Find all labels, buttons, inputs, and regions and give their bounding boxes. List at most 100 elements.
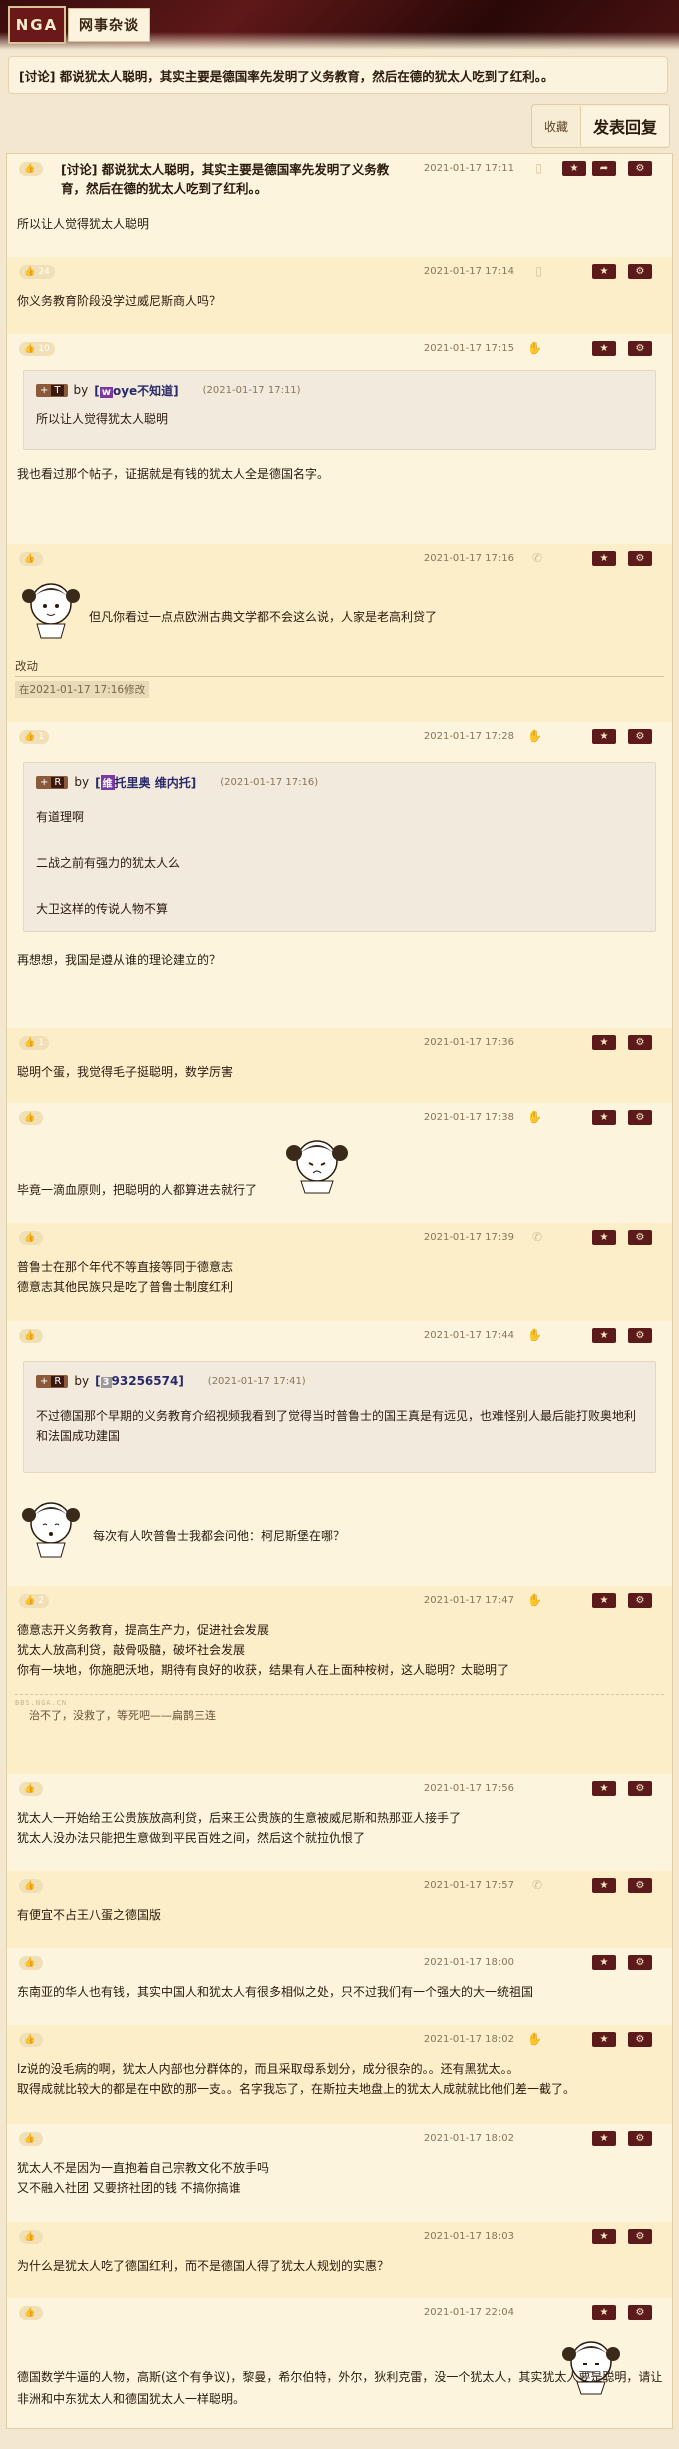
star-icon[interactable]: ★ (592, 2305, 616, 2320)
site-logo[interactable]: NGA (8, 6, 66, 44)
gear-icon[interactable]: ⚙ (628, 551, 652, 566)
like-button[interactable]: 👍 (19, 1956, 44, 1970)
star-icon[interactable]: ★ (562, 161, 586, 176)
star-icon[interactable]: ★ (592, 2131, 616, 2146)
star-icon[interactable]: ★ (592, 341, 616, 356)
like-button[interactable]: 👍 (19, 1231, 44, 1245)
post-list: 👍 [讨论] 都说犹太人聪明，其实主要是德国率先发明了义务教育，然后在德的犹太人… (6, 153, 673, 2429)
quote-tag-letter: T (51, 384, 64, 396)
like-button[interactable]: 👍 (19, 2132, 44, 2146)
thumbs-up-icon: ✋ (527, 1110, 542, 1124)
thumbs-up-icon: 👍 (24, 1784, 36, 1794)
quote-tag[interactable]: + R (36, 775, 69, 789)
like-button[interactable]: 👍 (19, 162, 44, 176)
favorite-button[interactable]: 收藏 (532, 106, 580, 146)
thread-title: [讨论] 都说犹太人聪明，其实主要是德国率先发明了义务教育，然后在德的犹太人吃到… (8, 56, 668, 94)
quote-by: by (74, 1374, 90, 1388)
gear-icon[interactable]: ⚙ (628, 264, 652, 279)
post-14: 👍 2021-01-17 18:02 ★ ⚙ 犹太人不是因为一直抱着自己宗教文化… (7, 2124, 672, 2222)
post-date: 2021-01-17 17:14 (423, 266, 514, 277)
gear-icon[interactable]: ⚙ (628, 2131, 652, 2146)
like-count: 1 (38, 1038, 44, 1048)
reply-button[interactable]: 发表回复 (579, 106, 669, 146)
gear-icon[interactable]: ⚙ (628, 1781, 652, 1796)
like-button[interactable]: 👍 (19, 1329, 44, 1343)
signature-watermark: BBS.NGA.CN (15, 1699, 68, 1707)
post-date: 2021-01-17 17:11 (423, 163, 514, 174)
post-16: 👍 2021-01-17 22:04 ★ ⚙ 德国数学牛逼的人物，高斯(这个有争… (7, 2298, 672, 2428)
gear-icon[interactable]: ⚙ (628, 161, 652, 176)
thumbs-up-icon: ✋ (527, 1328, 542, 1342)
star-icon[interactable]: ★ (592, 2229, 616, 2244)
gear-icon[interactable]: ⚙ (628, 1230, 652, 1245)
gear-icon[interactable]: ⚙ (628, 1878, 652, 1893)
star-icon[interactable]: ★ (592, 1781, 616, 1796)
quote-author[interactable]: [w oye不知道] (94, 382, 179, 399)
star-icon[interactable]: ★ (592, 729, 616, 744)
gear-icon[interactable]: ⚙ (628, 1955, 652, 1970)
like-button[interactable]: 👍 (19, 2230, 44, 2244)
thumbs-up-icon: 👍 (24, 2308, 36, 2318)
post-body-line: 我也看过那个帖子，证据就是有钱的犹太人全是德国名字。 (17, 467, 330, 481)
gear-icon[interactable]: ⚙ (628, 2032, 652, 2047)
quote-tag[interactable]: + R (36, 1374, 69, 1388)
star-icon[interactable]: ★ (592, 1593, 616, 1608)
gear-icon[interactable]: ⚙ (628, 1593, 652, 1608)
gear-icon[interactable]: ⚙ (628, 2229, 652, 2244)
post-11: 👍 2021-01-17 17:57 ✆ ★ ⚙ 有便宜不占王八蛋之德国版 (7, 1871, 672, 1948)
like-button[interactable]: 👍 (19, 1782, 44, 1796)
like-button[interactable]: 👍 (19, 2306, 44, 2320)
post-date: 2021-01-17 18:02 (423, 2133, 514, 2144)
share-icon[interactable]: ➦ (592, 161, 616, 176)
star-icon[interactable]: ★ (592, 264, 616, 279)
edit-label: 改动 (15, 658, 664, 677)
star-icon[interactable]: ★ (592, 1035, 616, 1050)
like-button[interactable]: 👍 (19, 2033, 44, 2047)
star-icon[interactable]: ★ (592, 2032, 616, 2047)
quote-date: (2021-01-17 17:16) (220, 776, 319, 788)
post-date: 2021-01-17 17:56 (423, 1783, 514, 1794)
like-button[interactable]: 👍 2 (19, 1594, 49, 1608)
like-button[interactable]: 👍 24 (19, 265, 55, 279)
like-count: 2 (38, 1596, 44, 1606)
quote-block: + T by [w oye不知道] (2021-01-17 17:11) 所以让人觉… (23, 370, 656, 450)
star-icon[interactable]: ★ (592, 1328, 616, 1343)
star-icon[interactable]: ★ (592, 1110, 616, 1125)
star-icon[interactable]: ★ (592, 1878, 616, 1893)
author-name: oye不知道 (112, 383, 174, 398)
gear-icon[interactable]: ⚙ (628, 1110, 652, 1125)
post-4: 👍 1 2021-01-17 17:28 ✋ ★ ⚙ + R by [维托里奥 维内… (7, 722, 672, 1028)
post-12: 👍 2021-01-17 18:00 ★ ⚙ 东南亚的华人也有钱，其实中国人和犹… (7, 1948, 672, 2025)
post-date: 2021-01-17 22:04 (423, 2307, 514, 2318)
quote-author[interactable]: [维托里奥 维内托] (95, 774, 196, 791)
post-15: 👍 2021-01-17 18:03 ★ ⚙ 为什么是犹太人吃了德国红利，而不是… (7, 2222, 672, 2298)
like-button[interactable]: 👍 10 (19, 342, 55, 356)
star-icon[interactable]: ★ (592, 551, 616, 566)
thumbs-up-icon: 👍 (24, 1038, 36, 1048)
quote-text-line: 二战之前有强力的犹太人么 (36, 856, 181, 870)
gear-icon[interactable]: ⚙ (628, 729, 652, 744)
thumbs-up-icon: ✋ (527, 1593, 542, 1607)
quote-by: by (74, 775, 90, 789)
star-icon[interactable]: ★ (592, 1955, 616, 1970)
quote-tag-letter: R (51, 1375, 65, 1387)
gear-icon[interactable]: ⚙ (628, 341, 652, 356)
post-3: 👍 2021-01-17 17:16 ✆ ★ ⚙ 但凡你看过一点点欧洲古典文学都… (7, 544, 672, 722)
post-date: 2021-01-17 18:03 (423, 2231, 514, 2242)
post-date: 2021-01-17 17:39 (423, 1232, 514, 1243)
quote-tag[interactable]: + T (36, 383, 68, 397)
like-button[interactable]: 👍 (19, 1879, 44, 1893)
like-button[interactable]: 👍 1 (19, 1036, 49, 1050)
thumbs-up-icon: 👍 (24, 554, 36, 564)
gear-icon[interactable]: ⚙ (628, 1035, 652, 1050)
quote-author[interactable]: [3 93256574] (95, 1374, 184, 1388)
gear-icon[interactable]: ⚙ (628, 1328, 652, 1343)
post-5: 👍 1 2021-01-17 17:36 ★ ⚙ 聪明个蛋，我觉得毛子挺聪明，数学… (7, 1028, 672, 1103)
post-date: 2021-01-17 17:28 (423, 731, 514, 742)
breadcrumb-forum[interactable]: 网事杂谈 (68, 8, 150, 42)
like-button[interactable]: 👍 1 (19, 730, 49, 744)
like-button[interactable]: 👍 (19, 552, 44, 566)
like-button[interactable]: 👍 (19, 1111, 44, 1125)
gear-icon[interactable]: ⚙ (628, 2305, 652, 2320)
star-icon[interactable]: ★ (592, 1230, 616, 1245)
